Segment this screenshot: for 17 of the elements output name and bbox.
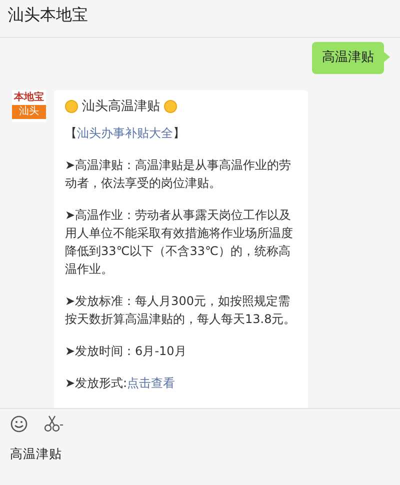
sun-icon	[164, 100, 177, 113]
paragraph: 【汕头办事补贴大全】	[65, 124, 186, 142]
message-title: 汕头高温津贴	[82, 98, 160, 116]
scissors-icon[interactable]	[44, 415, 64, 433]
paragraph: ➤高温津贴：高温津贴是从事高温作业的劳动者，依法享受的岗位津贴。	[65, 156, 292, 192]
sun-icon	[65, 100, 78, 113]
sent-message-bubble: 高温津贴	[312, 42, 384, 74]
link[interactable]: 点击查看	[127, 376, 176, 390]
account-avatar[interactable]: 本地宝 汕头	[12, 90, 46, 122]
paragraph: ➤发放时间：6月-10月	[65, 342, 188, 360]
emoji-icon[interactable]	[10, 415, 28, 433]
paragraph: ➤发放形式:点击查看	[65, 374, 176, 392]
link[interactable]: 汕头办事补贴大全	[77, 126, 173, 140]
message-input[interactable]: 高温津贴	[10, 445, 210, 464]
chat-title: 汕头本地宝	[8, 4, 88, 26]
paragraph: ➤发放标准：每人月300元，如按照规定需按天数折算高温津贴的，每人每天13.8元。	[65, 292, 297, 328]
paragraph: ➤高温作业：劳动者从事露天岗位工作以及用人单位不能采取有效措施将作业场所温度降低到33℃以下（不含33℃）的，统称高温作业。	[65, 206, 294, 278]
